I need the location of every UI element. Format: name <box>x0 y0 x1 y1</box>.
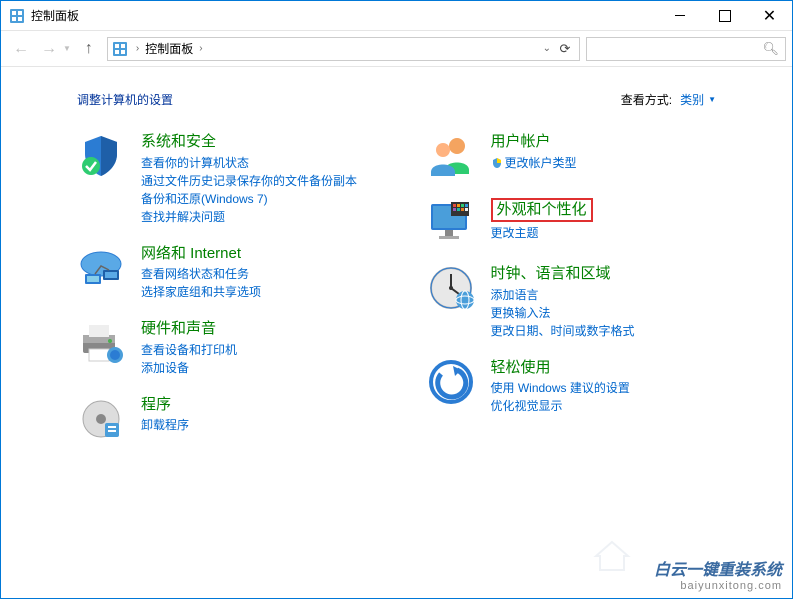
category-hardware: 硬件和声音 查看设备和打印机 添加设备 <box>77 319 367 377</box>
category-link[interactable]: 更改主题 <box>491 224 717 242</box>
control-panel-icon <box>9 8 25 24</box>
printer-icon <box>77 319 125 367</box>
category-link[interactable]: 备份和还原(Windows 7) <box>141 190 367 208</box>
close-button[interactable]: ✕ <box>747 1 792 30</box>
category-link[interactable]: 查看设备和打印机 <box>141 341 367 359</box>
content-area: 调整计算机的设置 查看方式: 类别 ▼ 系统和安全 查看你的计算机状态 <box>1 67 792 461</box>
shield-icon <box>77 132 125 180</box>
category-system-security: 系统和安全 查看你的计算机状态 通过文件历史记录保存你的文件备份副本 备份和还原… <box>77 132 367 226</box>
category-title[interactable]: 轻松使用 <box>491 358 717 378</box>
category-link[interactable]: 添加设备 <box>141 359 367 377</box>
minimize-button[interactable] <box>657 1 702 30</box>
category-link[interactable]: 更换输入法 <box>491 304 717 322</box>
users-icon <box>427 132 475 180</box>
watermark-url: baiyunxitong.com <box>654 580 782 592</box>
category-network: 网络和 Internet 查看网络状态和任务 选择家庭组和共享选项 <box>77 244 367 302</box>
page-title: 调整计算机的设置 <box>77 91 173 108</box>
chevron-down-icon: ▼ <box>708 95 716 104</box>
category-link[interactable]: 通过文件历史记录保存你的文件备份副本 <box>141 172 367 190</box>
category-link[interactable]: 添加语言 <box>491 286 717 304</box>
back-button[interactable]: ← <box>9 37 33 61</box>
category-title[interactable]: 硬件和声音 <box>141 319 367 339</box>
breadcrumb-root[interactable]: 控制面板 <box>143 40 195 57</box>
category-appearance: 外观和个性化 更改主题 <box>427 198 717 246</box>
category-link[interactable]: 查看网络状态和任务 <box>141 265 367 283</box>
window-controls: ✕ <box>657 1 792 30</box>
breadcrumb-separator: › <box>195 43 206 54</box>
category-link[interactable]: 查找并解决问题 <box>141 208 367 226</box>
right-column: 用户帐户 更改帐户类型 <box>427 132 717 461</box>
category-link[interactable]: 使用 Windows 建议的设置 <box>491 379 717 397</box>
categories-grid: 系统和安全 查看你的计算机状态 通过文件历史记录保存你的文件备份副本 备份和还原… <box>1 132 792 461</box>
category-link[interactable]: 更改帐户类型 <box>491 154 717 172</box>
category-title[interactable]: 用户帐户 <box>491 132 717 152</box>
ease-of-access-icon <box>427 358 475 406</box>
watermark-logo <box>592 538 632 574</box>
breadcrumb-separator: › <box>132 43 143 54</box>
category-title[interactable]: 程序 <box>141 395 367 415</box>
watermark-title: 白云一键重装系统 <box>654 556 782 580</box>
appearance-icon <box>427 198 475 246</box>
category-clock-region: 时钟、语言和区域 添加语言 更换输入法 更改日期、时间或数字格式 <box>427 264 717 340</box>
navigation-bar: ← → ▼ ↑ › 控制面板 › ⌄ ⟳ 🔍︎ <box>1 31 792 67</box>
category-link[interactable]: 卸载程序 <box>141 416 367 434</box>
view-by: 查看方式: 类别 ▼ <box>621 91 716 108</box>
control-panel-icon <box>112 41 128 57</box>
category-title[interactable]: 网络和 Internet <box>141 244 367 264</box>
search-input[interactable]: 🔍︎ <box>586 37 786 61</box>
category-title[interactable]: 外观和个性化 <box>491 198 593 222</box>
forward-button[interactable]: → <box>37 37 61 61</box>
category-ease-of-access: 轻松使用 使用 Windows 建议的设置 优化视觉显示 <box>427 358 717 416</box>
programs-icon <box>77 395 125 443</box>
refresh-button[interactable]: ⟳ <box>555 39 575 59</box>
titlebar: 控制面板 ✕ <box>1 1 792 31</box>
history-dropdown[interactable]: ▼ <box>63 44 71 53</box>
category-link[interactable]: 选择家庭组和共享选项 <box>141 283 367 301</box>
category-title[interactable]: 系统和安全 <box>141 132 367 152</box>
uac-shield-icon <box>491 157 503 169</box>
address-bar[interactable]: › 控制面板 › ⌄ ⟳ <box>107 37 580 61</box>
clock-icon <box>427 264 475 312</box>
maximize-button[interactable] <box>702 1 747 30</box>
left-column: 系统和安全 查看你的计算机状态 通过文件历史记录保存你的文件备份副本 备份和还原… <box>77 132 367 461</box>
view-by-label: 查看方式: <box>621 91 672 108</box>
content-header: 调整计算机的设置 查看方式: 类别 ▼ <box>1 91 792 132</box>
category-link[interactable]: 查看你的计算机状态 <box>141 154 367 172</box>
window-title: 控制面板 <box>31 7 657 24</box>
up-button[interactable]: ↑ <box>77 37 101 61</box>
category-programs: 程序 卸载程序 <box>77 395 367 443</box>
category-link[interactable]: 优化视觉显示 <box>491 397 717 415</box>
search-icon: 🔍︎ <box>762 41 779 57</box>
watermark: 白云一键重装系统 baiyunxitong.com <box>654 556 782 592</box>
view-by-dropdown[interactable]: 类别 ▼ <box>680 91 716 108</box>
network-icon <box>77 244 125 292</box>
category-link[interactable]: 更改日期、时间或数字格式 <box>491 322 717 340</box>
category-title[interactable]: 时钟、语言和区域 <box>491 264 717 284</box>
category-users: 用户帐户 更改帐户类型 <box>427 132 717 180</box>
address-dropdown-icon[interactable]: ⌄ <box>543 43 551 54</box>
